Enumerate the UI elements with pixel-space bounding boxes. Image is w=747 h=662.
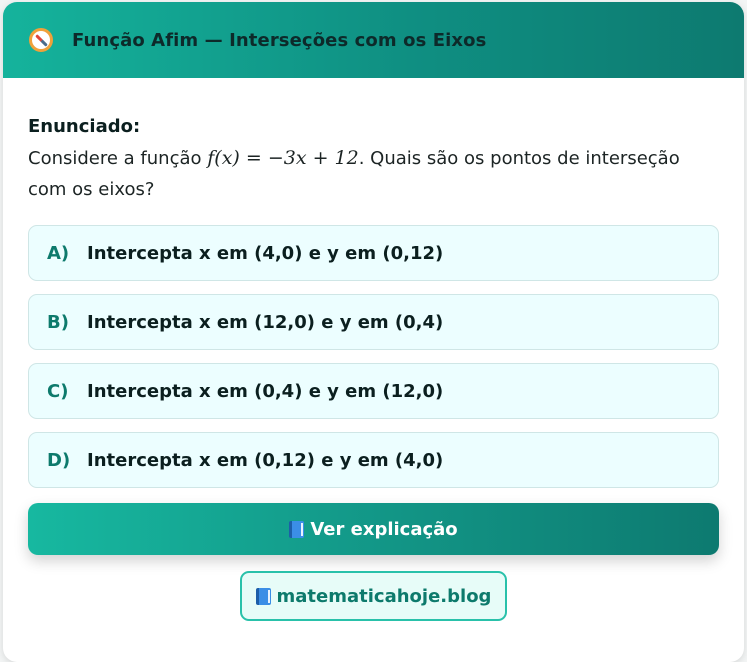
statement-formula: f(x) = −3x + 12: [207, 147, 359, 169]
card-title: Função Afim — Interseções com os Eixos: [72, 29, 487, 51]
option-letter: C): [47, 380, 69, 402]
card-body: Enunciado: Considere a função f(x) = −3x…: [3, 78, 744, 621]
statement-pre: Considere a função: [28, 148, 208, 169]
compass-icon: [29, 28, 53, 52]
option-b[interactable]: B) Intercepta x em (12,0) e y em (0,4): [28, 294, 719, 350]
book-icon: [255, 587, 271, 605]
option-text: Intercepta x em (4,0) e y em (0,12): [87, 242, 444, 264]
explain-button-label: Ver explicação: [310, 518, 458, 540]
option-text: Intercepta x em (12,0) e y em (0,4): [87, 311, 444, 333]
option-d[interactable]: D) Intercepta x em (0,12) e y em (4,0): [28, 432, 719, 488]
statement-label: Enunciado:: [28, 116, 141, 137]
explain-button[interactable]: Ver explicação: [28, 503, 719, 555]
site-link-wrap: matematicahoje.blog: [28, 571, 719, 621]
site-link-label: matematicahoje.blog: [276, 585, 492, 607]
option-letter: A): [47, 242, 70, 264]
site-link[interactable]: matematicahoje.blog: [239, 571, 508, 621]
option-c[interactable]: C) Intercepta x em (0,4) e y em (12,0): [28, 363, 719, 419]
option-letter: D): [47, 449, 71, 471]
option-letter: B): [47, 311, 69, 333]
statement-text: Considere a função f(x) = −3x + 12. Quai…: [28, 143, 719, 205]
quiz-card: Função Afim — Interseções com os Eixos E…: [3, 2, 744, 662]
options-list: A) Intercepta x em (4,0) e y em (0,12) B…: [28, 225, 719, 488]
option-text: Intercepta x em (0,12) e y em (4,0): [87, 449, 444, 471]
card-header: Função Afim — Interseções com os Eixos: [3, 2, 744, 78]
option-a[interactable]: A) Intercepta x em (4,0) e y em (0,12): [28, 225, 719, 281]
book-icon: [289, 520, 305, 538]
option-text: Intercepta x em (0,4) e y em (12,0): [87, 380, 444, 402]
